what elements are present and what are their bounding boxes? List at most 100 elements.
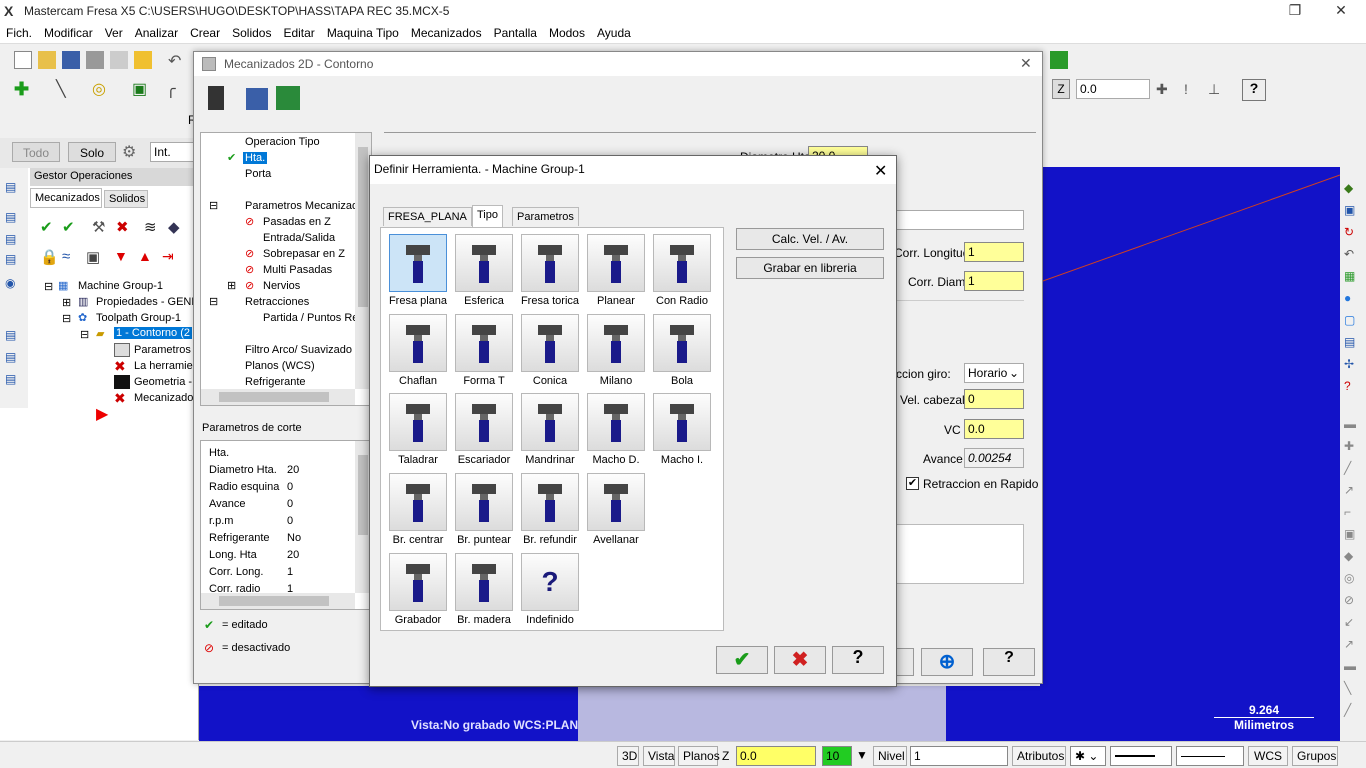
tool-r5-icon[interactable]: ⌐ bbox=[1344, 505, 1362, 523]
ops-icon-6[interactable]: ▤ bbox=[5, 328, 23, 346]
load-defaults-icon[interactable] bbox=[276, 86, 300, 110]
nav-filtro-arco[interactable]: Filtro Arco/ Suavizado bbox=[245, 344, 352, 356]
rectangle-icon[interactable]: ▣ bbox=[132, 79, 150, 98]
tool-r13-icon[interactable]: ╲ bbox=[1344, 681, 1362, 699]
line-icon[interactable]: ╲ bbox=[56, 79, 74, 98]
nav-retracciones[interactable]: Retracciones bbox=[245, 296, 309, 308]
restore-icon[interactable]: ❐ bbox=[1272, 2, 1318, 22]
params-hscroll[interactable] bbox=[201, 593, 355, 609]
nivel-select[interactable]: 1 bbox=[910, 746, 1008, 766]
menu-pantalla[interactable]: Pantalla bbox=[488, 24, 543, 40]
solo-button[interactable]: Solo bbox=[68, 142, 116, 162]
avance-input[interactable]: 0.00254 bbox=[964, 448, 1024, 468]
close-icon[interactable]: ✕ bbox=[874, 161, 887, 181]
nav-planos-wcs[interactable]: Planos (WCS) bbox=[245, 360, 315, 372]
select-all-icon[interactable]: ✔ bbox=[40, 218, 58, 236]
line-width-select[interactable] bbox=[1176, 746, 1244, 766]
new-file-icon[interactable] bbox=[14, 51, 32, 69]
tool-r10-icon[interactable]: ↙ bbox=[1344, 615, 1362, 633]
view-icon[interactable]: ▣ bbox=[1344, 203, 1362, 221]
tool-esferica[interactable]: Esferica bbox=[451, 234, 517, 307]
atributos-button[interactable]: Atributos bbox=[1012, 746, 1066, 766]
fillet-icon[interactable]: ╭ bbox=[166, 79, 184, 98]
wcs-button[interactable]: WCS bbox=[1248, 746, 1288, 766]
tool-r1-icon[interactable]: ▬ bbox=[1344, 417, 1362, 435]
insert-arrow-icon[interactable]: ⇥ bbox=[162, 248, 180, 266]
help-button[interactable]: ? bbox=[983, 648, 1035, 676]
z-pick-icon[interactable]: ✚ bbox=[1156, 81, 1174, 99]
cube-icon[interactable]: ◆ bbox=[1344, 181, 1362, 199]
nav-hta[interactable]: Hta. bbox=[243, 152, 268, 164]
menu-analizar[interactable]: Analizar bbox=[129, 24, 184, 40]
tree-mecanizado[interactable]: Mecanizado bbox=[134, 392, 193, 404]
nivel-button[interactable]: Nivel bbox=[873, 746, 907, 766]
tool-macho-d[interactable]: Macho D. bbox=[583, 393, 649, 466]
comment-field[interactable] bbox=[894, 210, 1024, 230]
move-up-icon[interactable]: ▲ bbox=[138, 248, 156, 266]
tool-fresa-torica[interactable]: Fresa torica bbox=[517, 234, 583, 307]
tool-avellanar[interactable]: Avellanar bbox=[583, 473, 649, 546]
ops-icon-7[interactable]: ▤ bbox=[5, 350, 23, 368]
3d-button[interactable]: 3D bbox=[617, 746, 639, 766]
tool-r14-icon[interactable]: ╱ bbox=[1344, 703, 1362, 721]
nav-hscroll[interactable] bbox=[201, 389, 355, 405]
tool-r9-icon[interactable]: ⊘ bbox=[1344, 593, 1362, 611]
open-file-icon[interactable] bbox=[38, 51, 56, 69]
tree-geometria[interactable]: Geometria - bbox=[134, 376, 192, 388]
ok-check-icon[interactable]: ✔ bbox=[716, 646, 768, 674]
tool-chaflan[interactable]: Chaflan bbox=[385, 314, 451, 387]
notes-field[interactable] bbox=[894, 524, 1024, 584]
spindle-input[interactable]: 0 bbox=[964, 389, 1024, 409]
tree-expander[interactable]: ⊟ bbox=[44, 280, 53, 293]
nav-expander[interactable]: ⊟ bbox=[209, 199, 218, 212]
tool-r12-icon[interactable]: ▬ bbox=[1344, 659, 1362, 677]
tool-forma-t[interactable]: Forma T bbox=[451, 314, 517, 387]
vc-input[interactable]: 0.0 bbox=[964, 419, 1024, 439]
tree-expander[interactable]: ⊟ bbox=[80, 328, 89, 341]
line-style-select[interactable] bbox=[1110, 746, 1172, 766]
nav-partida-puntos[interactable]: Partida / Puntos Re bbox=[263, 312, 358, 324]
menu-editar[interactable]: Editar bbox=[277, 24, 320, 40]
regen-icon[interactable]: ⚒ bbox=[92, 218, 110, 236]
page-icon[interactable]: ▢ bbox=[1344, 313, 1362, 331]
menu-modificar[interactable]: Modificar bbox=[38, 24, 99, 40]
save-view-icon[interactable]: ▤ bbox=[1344, 335, 1362, 353]
tool-br-madera[interactable]: Br. madera bbox=[451, 553, 517, 626]
gear-icon[interactable]: ⚙ bbox=[122, 142, 144, 162]
undo-icon[interactable]: ↶ bbox=[168, 51, 186, 70]
tab-mecanizados[interactable]: Mecanizados bbox=[30, 188, 102, 208]
tool-br-refundir[interactable]: Br. refundir bbox=[517, 473, 583, 546]
tool-r6-icon[interactable]: ▣ bbox=[1344, 527, 1362, 545]
grupos-button[interactable]: Grupos bbox=[1292, 746, 1338, 766]
nav-refrigerante[interactable]: Refrigerante bbox=[245, 376, 306, 388]
add-point-icon[interactable]: ✚ bbox=[14, 79, 32, 99]
tool-r3-icon[interactable]: ╱ bbox=[1344, 461, 1362, 479]
save-to-library-button[interactable]: Grabar en libreria bbox=[736, 257, 884, 279]
corr-longitud-input[interactable]: 1 bbox=[964, 242, 1024, 262]
tool-conica[interactable]: Conica bbox=[517, 314, 583, 387]
nav-nervios[interactable]: Nervios bbox=[263, 280, 300, 292]
rotate-icon[interactable]: ↻ bbox=[1344, 225, 1362, 243]
planos-button[interactable]: Planos bbox=[678, 746, 720, 766]
tool-planear[interactable]: Planear bbox=[583, 234, 649, 307]
tool-escariador[interactable]: Escariador bbox=[451, 393, 517, 466]
preview-icon[interactable] bbox=[110, 51, 128, 69]
graphics-viewport[interactable]: 9.264 Milimetros bbox=[1040, 167, 1340, 741]
nav-pasadas-z[interactable]: Pasadas en Z bbox=[263, 216, 331, 228]
verify-icon[interactable]: ◆ bbox=[168, 218, 186, 236]
alert-icon[interactable]: ! bbox=[1184, 81, 1202, 99]
tree-herramienta[interactable]: La herramien bbox=[134, 360, 199, 372]
point-style-select[interactable]: ✱ ⌄ bbox=[1070, 746, 1106, 766]
insert-marker-icon[interactable]: ▶ bbox=[96, 404, 108, 424]
tool-macho-i[interactable]: Macho I. bbox=[649, 393, 715, 466]
menu-ayuda[interactable]: Ayuda bbox=[591, 24, 637, 40]
save-defaults-icon[interactable] bbox=[246, 88, 268, 110]
tool-br-centrar[interactable]: Br. centrar bbox=[385, 473, 451, 546]
tool-milano[interactable]: Milano bbox=[583, 314, 649, 387]
save-icon[interactable] bbox=[62, 51, 80, 69]
retraccion-checkbox[interactable]: ✔ bbox=[906, 477, 919, 490]
toggle-display-icon[interactable]: ≈ bbox=[62, 248, 80, 266]
tool-bola[interactable]: Bola bbox=[649, 314, 715, 387]
tool-con-radio[interactable]: Con Radio bbox=[649, 234, 715, 307]
tab-solidos[interactable]: Solidos bbox=[104, 190, 148, 208]
